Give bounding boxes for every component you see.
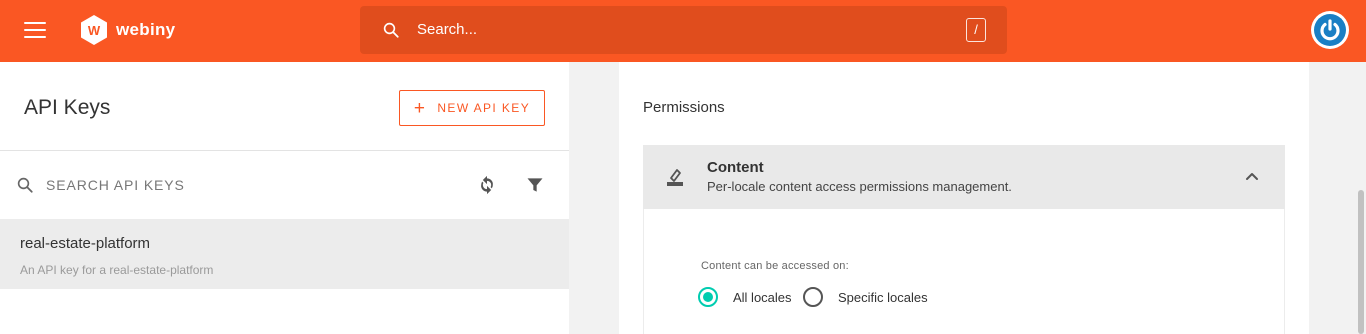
content-permissions-accordion-body: Content can be accessed on: All locales … — [643, 209, 1285, 334]
search-icon — [17, 177, 33, 193]
accordion-title: Content — [707, 159, 764, 176]
global-search-input[interactable]: Search... / — [360, 6, 1007, 54]
api-key-description: An API key for a real-estate-platform — [20, 263, 214, 277]
content-permissions-accordion-header[interactable]: Content Per-locale content access permis… — [643, 145, 1285, 209]
list-item[interactable]: real-estate-platform An API key for a re… — [0, 219, 569, 289]
permissions-heading: Permissions — [643, 99, 725, 116]
power-icon — [1320, 19, 1340, 41]
api-keys-search-input[interactable]: SEARCH API KEYS — [46, 177, 185, 193]
search-placeholder: Search... — [417, 21, 478, 38]
page-title: API Keys — [24, 96, 111, 119]
api-key-details-panel: Permissions Content Per-locale content a… — [619, 62, 1309, 334]
accordion-description: Per-locale content access permissions ma… — [707, 179, 1012, 194]
search-shortcut-badge: / — [966, 18, 986, 42]
chevron-up-icon[interactable] — [1245, 169, 1259, 183]
scrollbar-thumb[interactable] — [1358, 190, 1364, 334]
webiny-logo[interactable]: W webiny — [80, 14, 175, 46]
hamburger-menu-icon[interactable] — [24, 22, 46, 38]
api-key-name: real-estate-platform — [20, 235, 151, 252]
webiny-logo-icon: W — [81, 15, 107, 45]
specific-locales-label[interactable]: Specific locales — [838, 290, 928, 305]
all-locales-label[interactable]: All locales — [733, 290, 792, 305]
access-scope-label: Content can be accessed on: — [701, 260, 849, 272]
new-api-key-label: NEW API KEY — [437, 101, 531, 115]
svg-text:W: W — [88, 23, 101, 38]
all-locales-radio[interactable] — [698, 287, 718, 307]
brand-name: webiny — [116, 20, 176, 39]
top-bar: W webiny Search... / — [0, 0, 1366, 62]
new-api-key-button[interactable]: + NEW API KEY — [399, 90, 545, 126]
api-keys-list-panel: API Keys + NEW API KEY SEARCH API KEYS r… — [0, 62, 569, 334]
filter-icon[interactable] — [525, 175, 545, 195]
search-icon — [383, 22, 399, 38]
divider — [0, 150, 569, 151]
content-pen-icon — [667, 169, 683, 186]
plus-icon: + — [413, 97, 427, 119]
user-avatar[interactable] — [1311, 11, 1349, 49]
specific-locales-radio[interactable] — [803, 287, 823, 307]
refresh-icon[interactable] — [477, 174, 497, 196]
